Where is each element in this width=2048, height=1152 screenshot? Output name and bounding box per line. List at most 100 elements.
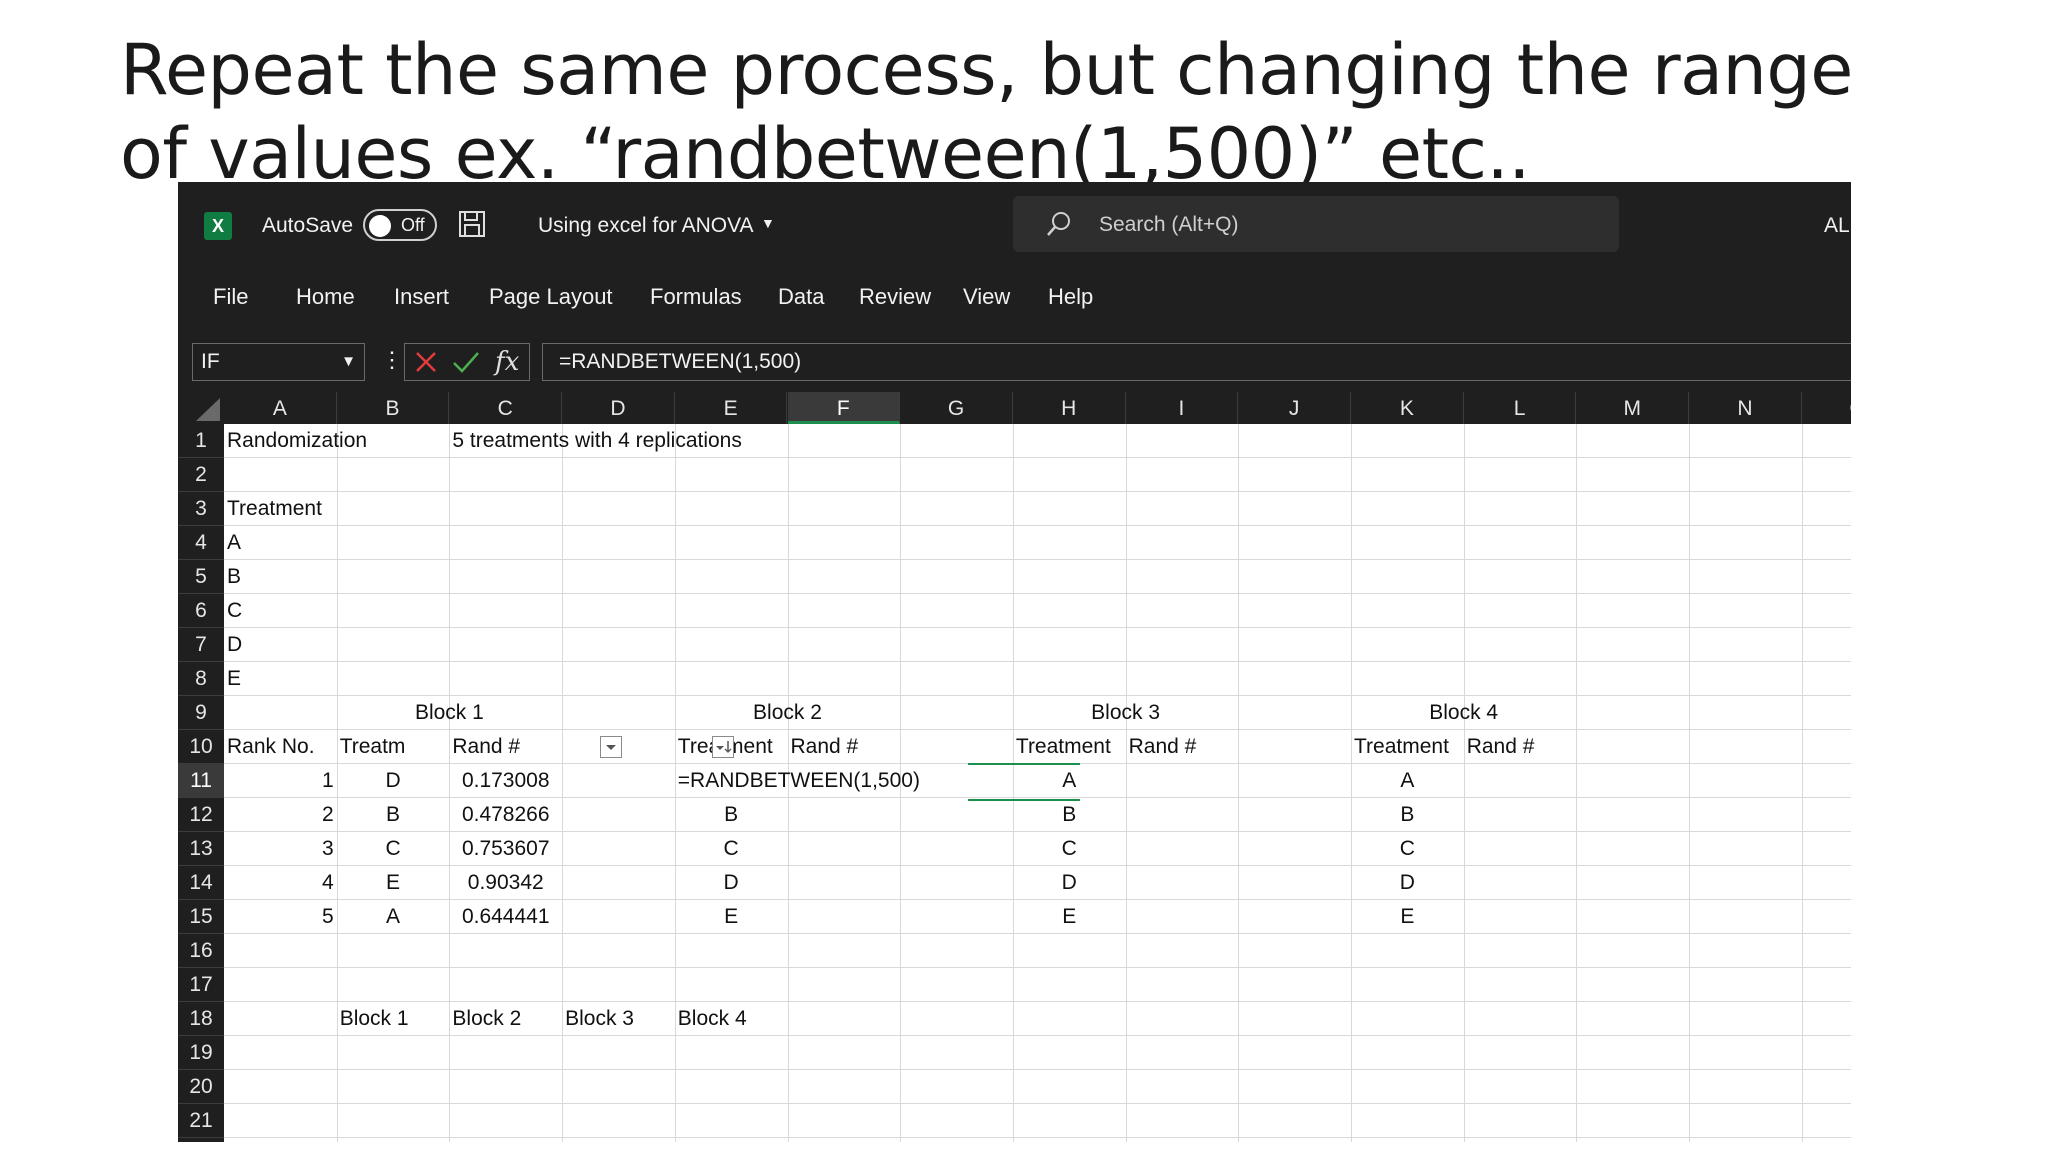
cell-b13[interactable]: C: [340, 832, 447, 866]
cell-i10[interactable]: Rand #: [1129, 730, 1197, 764]
cell-a14[interactable]: 4: [227, 866, 334, 900]
row-header-5[interactable]: 5: [178, 560, 224, 594]
tab-review[interactable]: Review: [859, 282, 931, 312]
row-header-2[interactable]: 2: [178, 458, 224, 492]
column-header-i[interactable]: I: [1126, 392, 1239, 424]
cell-e15[interactable]: E: [678, 900, 785, 934]
cell-c13[interactable]: 0.753607: [452, 832, 559, 866]
row-header-17[interactable]: 17: [178, 968, 224, 1002]
cell-c15[interactable]: 0.644441: [452, 900, 559, 934]
column-header-h[interactable]: H: [1013, 392, 1126, 424]
cell-b9[interactable]: Block 1: [340, 696, 559, 730]
cell-c11[interactable]: 0.173008: [452, 764, 559, 798]
name-box[interactable]: IF ▼: [192, 343, 365, 381]
cancel-icon[interactable]: [413, 349, 439, 380]
row-header-10[interactable]: 10: [178, 730, 224, 764]
cell-h10[interactable]: Treatment: [1016, 730, 1125, 764]
autosave-toggle[interactable]: Off: [363, 209, 437, 241]
cell-h15[interactable]: E: [1016, 900, 1123, 934]
cell-e13[interactable]: C: [678, 832, 785, 866]
cell-a6[interactable]: C: [227, 594, 242, 628]
cell-a1[interactable]: Randomization: [227, 424, 367, 458]
cell-k14[interactable]: D: [1354, 866, 1461, 900]
cell-c10[interactable]: Rand #: [452, 730, 520, 764]
row-header-16[interactable]: 16: [178, 934, 224, 968]
row-header-3[interactable]: 3: [178, 492, 224, 526]
cell-h14[interactable]: D: [1016, 866, 1123, 900]
column-header-n[interactable]: N: [1689, 392, 1802, 424]
cell-e18[interactable]: Block 4: [678, 1002, 747, 1036]
column-header-k[interactable]: K: [1351, 392, 1464, 424]
cell-k13[interactable]: C: [1354, 832, 1461, 866]
cell-f10[interactable]: Rand #: [791, 730, 859, 764]
cell-a7[interactable]: D: [227, 628, 242, 662]
cell-a5[interactable]: B: [227, 560, 241, 594]
row-header-15[interactable]: 15: [178, 900, 224, 934]
row-header-1[interactable]: 1: [178, 424, 224, 458]
row-header-19[interactable]: 19: [178, 1036, 224, 1070]
tab-help[interactable]: Help: [1048, 282, 1093, 312]
select-all-corner[interactable]: [178, 392, 224, 424]
search-box[interactable]: Search (Alt+Q): [1013, 196, 1619, 252]
cell-b18[interactable]: Block 1: [340, 1002, 409, 1036]
cell-a3[interactable]: Treatment: [227, 492, 322, 526]
cell-a4[interactable]: A: [227, 526, 241, 560]
cell-h9[interactable]: Block 3: [1016, 696, 1235, 730]
cell-c1[interactable]: 5 treatments with 4 replications: [452, 424, 741, 458]
row-header-9[interactable]: 9: [178, 696, 224, 730]
cell-c14[interactable]: 0.90342: [452, 866, 559, 900]
cell-a11[interactable]: 1: [227, 764, 334, 798]
cell-a12[interactable]: 2: [227, 798, 334, 832]
row-header-6[interactable]: 6: [178, 594, 224, 628]
filter-dropdown-button[interactable]: [600, 736, 622, 758]
chevron-down-icon[interactable]: ▼: [341, 344, 356, 380]
row-header-18[interactable]: 18: [178, 1002, 224, 1036]
row-header-20[interactable]: 20: [178, 1070, 224, 1104]
column-header-f[interactable]: F: [787, 392, 901, 424]
row-header-7[interactable]: 7: [178, 628, 224, 662]
cell-e9[interactable]: Block 2: [678, 696, 897, 730]
more-options-icon[interactable]: ⋮: [381, 346, 403, 374]
cell-h12[interactable]: B: [1016, 798, 1123, 832]
tab-data[interactable]: Data: [778, 282, 824, 312]
cell-c12[interactable]: 0.478266: [452, 798, 559, 832]
tab-insert[interactable]: Insert: [394, 282, 449, 312]
row-header-12[interactable]: 12: [178, 798, 224, 832]
cell-b15[interactable]: A: [340, 900, 447, 934]
cell-k9[interactable]: Block 4: [1354, 696, 1573, 730]
cell-d18[interactable]: Block 3: [565, 1002, 634, 1036]
cell-a13[interactable]: 3: [227, 832, 334, 866]
cell-k12[interactable]: B: [1354, 798, 1461, 832]
column-header-b[interactable]: B: [337, 392, 450, 424]
check-icon[interactable]: [451, 349, 481, 380]
user-avatar[interactable]: AL: [1824, 212, 1850, 240]
column-header-m[interactable]: M: [1576, 392, 1690, 424]
tab-file[interactable]: File: [213, 282, 248, 312]
row-header-13[interactable]: 13: [178, 832, 224, 866]
column-header-g[interactable]: G: [900, 392, 1013, 424]
cell-e12[interactable]: B: [678, 798, 785, 832]
cell-b14[interactable]: E: [340, 866, 447, 900]
tab-view[interactable]: View: [963, 282, 1010, 312]
cell-b10[interactable]: Treatm: [340, 730, 420, 764]
chevron-down-icon[interactable]: ▼: [761, 215, 775, 231]
cell-a15[interactable]: 5: [227, 900, 334, 934]
row-header-21[interactable]: 21: [178, 1104, 224, 1138]
cell-l10[interactable]: Rand #: [1467, 730, 1535, 764]
tab-page-layout[interactable]: Page Layout: [489, 282, 613, 312]
cell-e11[interactable]: =RANDBETWEEN(1,500): [678, 764, 920, 798]
cell-a10[interactable]: Rank No.: [227, 730, 315, 764]
cell-k10[interactable]: Treatment: [1354, 730, 1463, 764]
cell-k15[interactable]: E: [1354, 900, 1461, 934]
column-header-a[interactable]: A: [224, 392, 337, 424]
cell-h13[interactable]: C: [1016, 832, 1123, 866]
row-header-14[interactable]: 14: [178, 866, 224, 900]
column-header-l[interactable]: L: [1464, 392, 1577, 424]
cell-b12[interactable]: B: [340, 798, 447, 832]
tab-home[interactable]: Home: [296, 282, 355, 312]
sort-filter-button[interactable]: [712, 736, 734, 758]
tab-formulas[interactable]: Formulas: [650, 282, 742, 312]
cell-a8[interactable]: E: [227, 662, 241, 696]
column-header-o[interactable]: O: [1802, 392, 1851, 424]
column-header-j[interactable]: J: [1238, 392, 1351, 424]
